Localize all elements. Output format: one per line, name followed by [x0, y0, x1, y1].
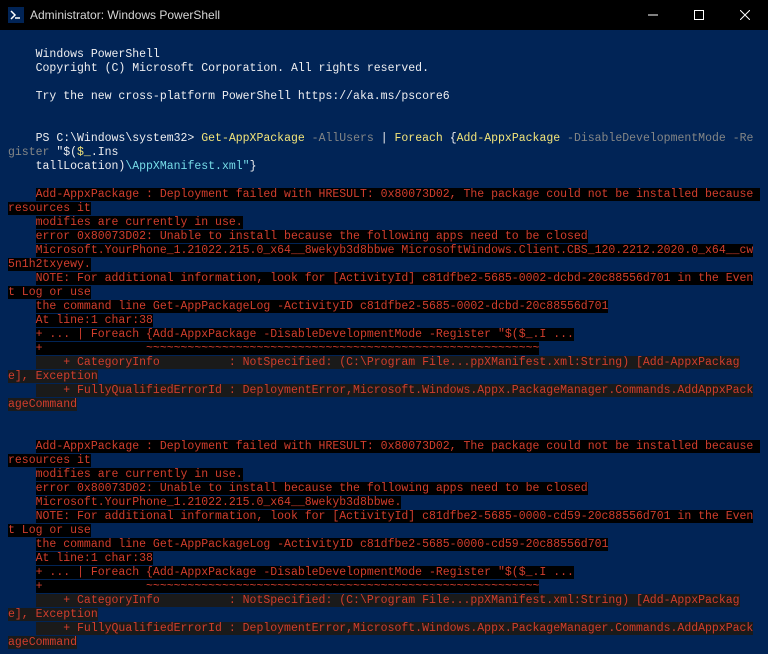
error-line: + CategoryInfo : NotSpecified: (C:\Progr…	[8, 594, 740, 621]
powershell-window: Administrator: Windows PowerShell Window…	[0, 0, 768, 654]
error-line: NOTE: For additional information, look f…	[8, 272, 753, 299]
titlebar[interactable]: Administrator: Windows PowerShell	[0, 0, 768, 30]
prompt-line: PS C:\Windows\system32> Get-AppXPackage …	[8, 132, 753, 159]
close-button[interactable]	[722, 0, 768, 30]
error-line: the command line Get-AppPackageLog -Acti…	[36, 300, 609, 313]
header-line: Copyright (C) Microsoft Corporation. All…	[36, 62, 429, 75]
error-line: NOTE: For additional information, look f…	[8, 510, 753, 537]
powershell-icon	[8, 7, 24, 23]
prompt-line-2: tallLocation)\AppXManifest.xml"}	[36, 160, 257, 173]
maximize-button[interactable]	[676, 0, 722, 30]
error-line: + CategoryInfo : NotSpecified: (C:\Progr…	[8, 356, 740, 383]
window-title: Administrator: Windows PowerShell	[30, 8, 630, 22]
error-line: modifies are currently in use.	[36, 468, 243, 481]
error-line: + FullyQualifiedErrorId : DeploymentErro…	[8, 384, 753, 411]
error-line: + ... | Foreach {Add-AppxPackage -Disabl…	[36, 328, 574, 341]
error-line: Microsoft.YourPhone_1.21022.215.0_x64__8…	[36, 496, 402, 509]
error-line: + FullyQualifiedErrorId : DeploymentErro…	[8, 622, 753, 649]
error-line: the command line Get-AppPackageLog -Acti…	[36, 538, 609, 551]
error-line: At line:1 char:38	[36, 552, 153, 565]
error-line: modifies are currently in use.	[36, 216, 243, 229]
header-line: Windows PowerShell	[36, 48, 160, 61]
error-line: error 0x80073D02: Unable to install beca…	[36, 482, 588, 495]
error-line: At line:1 char:38	[36, 314, 153, 327]
error-line: + ... | Foreach {Add-AppxPackage -Disabl…	[36, 566, 574, 579]
error-line: + ~~~~~~~~~~~~~~~~~~~~~~~~~~~~~~~~~~~~~~…	[36, 580, 540, 593]
terminal-output[interactable]: Windows PowerShell Copyright (C) Microso…	[0, 30, 768, 654]
minimize-button[interactable]	[630, 0, 676, 30]
error-line: error 0x80073D02: Unable to install beca…	[36, 230, 588, 243]
error-line: Add-AppxPackage : Deployment failed with…	[8, 188, 760, 215]
error-line: + ~~~~~~~~~~~~~~~~~~~~~~~~~~~~~~~~~~~~~~…	[36, 342, 540, 355]
header-line: Try the new cross-platform PowerShell ht…	[36, 90, 450, 103]
error-line: Microsoft.YourPhone_1.21022.215.0_x64__8…	[8, 244, 753, 271]
error-line: Add-AppxPackage : Deployment failed with…	[8, 440, 760, 467]
